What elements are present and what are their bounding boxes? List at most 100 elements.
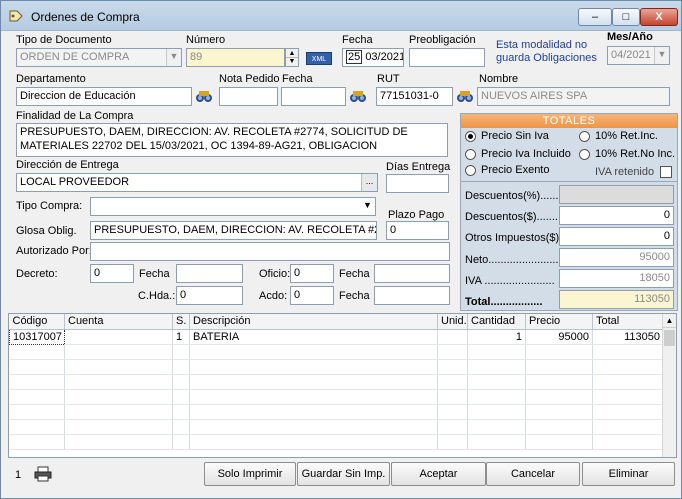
col-s[interactable]: S. xyxy=(172,314,190,330)
title-bar: Ordenes de Compra – □ X xyxy=(1,1,681,31)
acdo-fecha-input[interactable] xyxy=(374,286,450,305)
spin-down-icon[interactable]: ▼ xyxy=(286,58,298,66)
spin-up-icon[interactable]: ▲ xyxy=(286,49,298,58)
dias-entrega-input[interactable] xyxy=(386,174,449,193)
glosa-input[interactable]: PRESUPUESTO, DAEM, DIRECCION: AV. RECOLE… xyxy=(90,221,377,240)
search-binoculars-icon[interactable] xyxy=(194,88,214,104)
acdo-input[interactable]: 0 xyxy=(290,286,334,305)
search-binoculars-icon[interactable] xyxy=(348,88,368,104)
col-codigo[interactable]: Código xyxy=(9,314,65,330)
precio-iva-incluido-label: Precio Iva Incluido xyxy=(481,148,571,160)
fecha-input[interactable]: 25 03/2021 xyxy=(342,48,404,67)
cell-total[interactable]: 113050 xyxy=(592,329,664,345)
guardar-sin-imp-button[interactable]: Guardar Sin Imp. xyxy=(297,462,390,486)
cell-precio[interactable]: 95000 xyxy=(525,329,593,345)
page-number: 1 xyxy=(15,469,22,481)
chda-label: C.Hda.: xyxy=(138,290,176,302)
cell-cantidad[interactable]: 1 xyxy=(467,329,526,345)
direccion-browse-button[interactable]: ... xyxy=(361,174,377,191)
plazo-pago-input[interactable]: 0 xyxy=(386,221,449,240)
oficio-label: Oficio: xyxy=(259,268,291,280)
cell-cuenta[interactable] xyxy=(64,329,173,345)
departamento-input[interactable]: Direccion de Educación xyxy=(16,87,192,106)
decreto-input[interactable]: 0 xyxy=(90,264,134,283)
solo-imprimir-button[interactable]: Solo Imprimir xyxy=(204,462,296,486)
grid-scrollbar[interactable]: ▲ xyxy=(662,314,676,457)
nota-pedido-input[interactable] xyxy=(219,87,278,106)
col-cantidad[interactable]: Cantidad xyxy=(467,314,526,330)
table-row[interactable] xyxy=(9,359,664,375)
col-total[interactable]: Total xyxy=(592,314,664,330)
total-value: 113050 xyxy=(559,290,674,309)
cell-descripcion[interactable]: BATERIA xyxy=(189,329,438,345)
direccion-entrega-input[interactable]: LOCAL PROVEEDOR xyxy=(16,173,378,192)
oficio-fecha-input[interactable] xyxy=(374,264,450,283)
cell-unid[interactable] xyxy=(437,329,468,345)
finalidad-line-1: PRESUPUESTO, DAEM, DIRECCION: AV. RECOLE… xyxy=(20,126,408,138)
autorizado-input[interactable] xyxy=(90,242,450,261)
radio-ret-no-inc[interactable] xyxy=(579,149,590,160)
finalidad-textarea[interactable]: PRESUPUESTO, DAEM, DIRECCION: AV. RECOLE… xyxy=(16,123,448,157)
dias-entrega-label: Días Entrega xyxy=(386,161,451,173)
table-row[interactable]: 10317007 1 BATERIA 1 95000 113050 xyxy=(9,328,664,345)
search-binoculars-icon[interactable] xyxy=(455,88,475,104)
eliminar-button[interactable]: Eliminar xyxy=(582,462,675,486)
col-cuenta[interactable]: Cuenta xyxy=(64,314,173,330)
tipo-documento-select[interactable]: ORDEN DE COMPRA ▼ xyxy=(16,48,182,67)
mes-ano-value: 04/2021 xyxy=(611,49,651,61)
preobligacion-input[interactable] xyxy=(409,48,485,67)
radio-precio-sin-iva[interactable] xyxy=(465,131,476,142)
table-row[interactable] xyxy=(9,389,664,405)
fecha-month-year: 03/2021 xyxy=(365,51,404,63)
maximize-button[interactable]: □ xyxy=(612,8,640,26)
tipo-compra-select[interactable]: ▼ xyxy=(90,197,376,216)
nombre-label: Nombre xyxy=(479,73,519,85)
chevron-down-icon: ▼ xyxy=(654,47,669,64)
tipo-documento-label: Tipo de Documento xyxy=(16,34,112,46)
totales-header: TOTALES xyxy=(461,114,677,128)
ret-inc-label: 10% Ret.Inc. xyxy=(595,130,658,142)
mes-ano-select[interactable]: 04/2021 ▼ xyxy=(607,46,670,65)
chda-input[interactable]: 0 xyxy=(176,286,243,305)
minimize-button[interactable]: – xyxy=(578,8,612,26)
cell-s[interactable]: 1 xyxy=(172,329,190,345)
preobligacion-label: Preobligación xyxy=(409,34,476,46)
cancelar-button[interactable]: Cancelar xyxy=(486,462,580,486)
xml-icon[interactable]: XML xyxy=(306,52,332,65)
table-row[interactable] xyxy=(9,374,664,390)
numero-input[interactable]: 89 xyxy=(186,48,285,67)
radio-precio-exento[interactable] xyxy=(465,165,476,176)
neto-value: 95000 xyxy=(559,248,674,267)
oficio-input[interactable]: 0 xyxy=(290,264,334,283)
nombre-input[interactable]: NUEVOS AIRES SPA xyxy=(477,87,670,106)
col-unid[interactable]: Unid. xyxy=(437,314,468,330)
col-descripcion[interactable]: Descripción xyxy=(189,314,438,330)
fecha-pedido-input[interactable] xyxy=(281,87,346,106)
numero-spinner[interactable]: ▲ ▼ xyxy=(285,48,299,67)
numero-label: Número xyxy=(186,34,226,46)
orden-compra-window: Ordenes de Compra – □ X Tipo de Document… xyxy=(0,0,682,499)
iva-value: 18050 xyxy=(559,269,674,288)
items-grid: Código Cuenta S. Descripción Unid. Canti… xyxy=(8,313,677,458)
otros-impuestos-input[interactable]: 0 xyxy=(559,227,674,246)
cell-codigo[interactable]: 10317007 xyxy=(9,328,65,345)
close-button[interactable]: X xyxy=(640,8,678,26)
radio-ret-inc[interactable] xyxy=(579,131,590,142)
table-row[interactable] xyxy=(9,404,664,420)
descuentos-pct-input[interactable] xyxy=(559,185,674,204)
scroll-up-icon[interactable]: ▲ xyxy=(663,314,676,328)
descuentos-amt-input[interactable]: 0 xyxy=(559,206,674,225)
window-title: Ordenes de Compra xyxy=(31,10,140,24)
radio-precio-iva-incluido[interactable] xyxy=(465,149,476,160)
decreto-fecha-input[interactable] xyxy=(176,264,243,283)
aceptar-button[interactable]: Aceptar xyxy=(391,462,486,486)
table-row[interactable] xyxy=(9,419,664,435)
rut-input[interactable]: 77151031-0 xyxy=(376,87,453,106)
fecha-day: 25 xyxy=(346,50,363,64)
table-row[interactable] xyxy=(9,344,664,360)
col-precio[interactable]: Precio xyxy=(525,314,593,330)
table-row[interactable] xyxy=(9,434,664,450)
printer-icon[interactable] xyxy=(34,466,52,482)
iva-retenido-checkbox[interactable] xyxy=(660,166,672,178)
scroll-thumb[interactable] xyxy=(664,330,675,346)
